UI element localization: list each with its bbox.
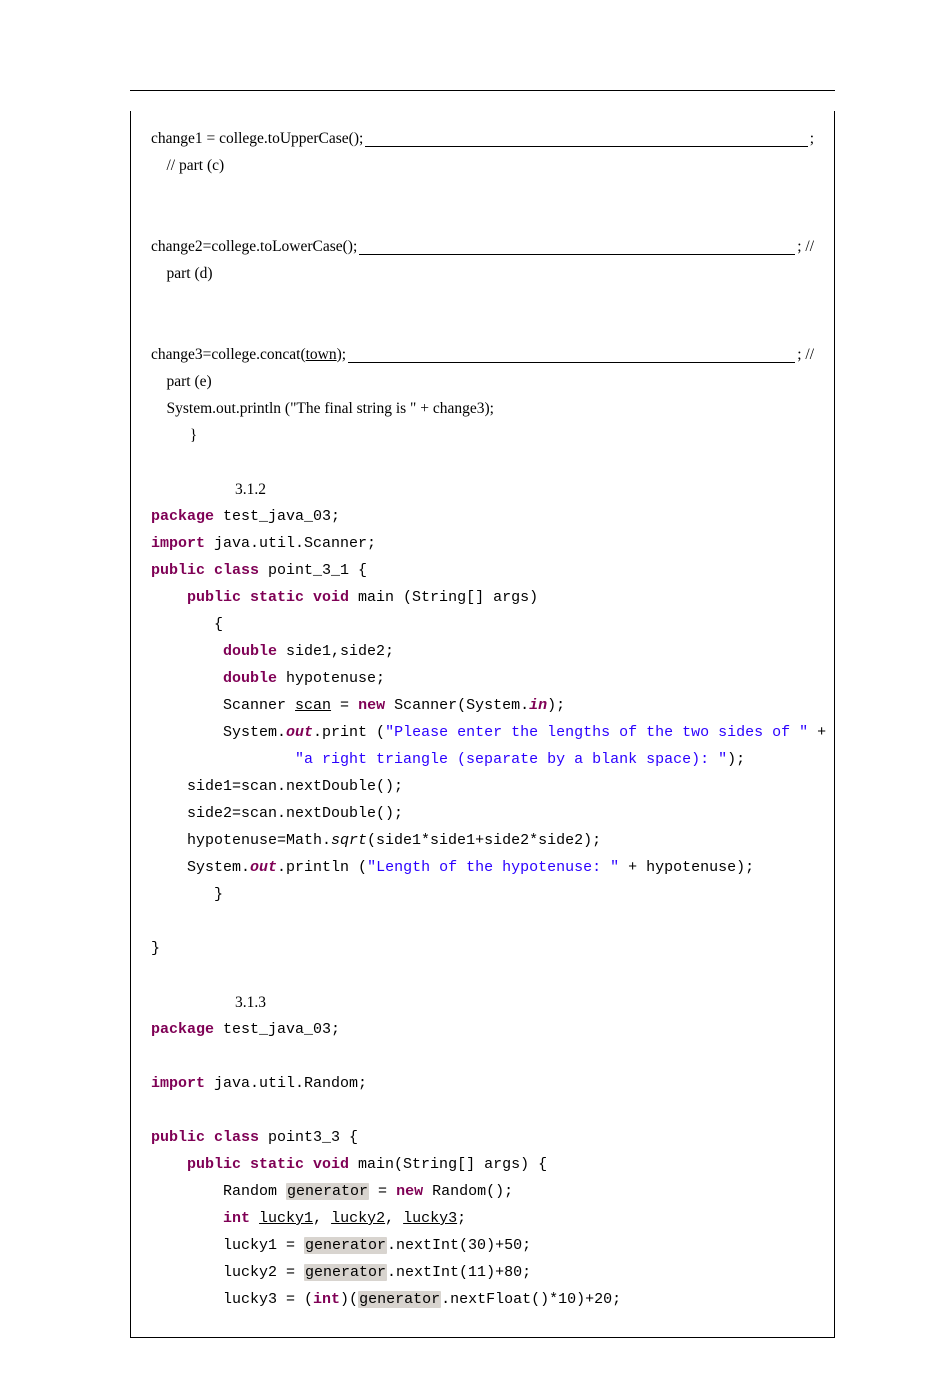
code-312-l07: double hypotenuse; — [151, 665, 814, 692]
line-change3: change3=college.concat(town); ; // — [151, 341, 814, 368]
code-313-l11: lucky3 = (int)(generator.nextFloat()*10)… — [151, 1286, 814, 1313]
blank — [151, 908, 814, 935]
code-312-l11: side1=scan.nextDouble(); — [151, 773, 814, 800]
blank — [151, 1043, 814, 1070]
code-313-l10: lucky2 = generator.nextInt(11)+80; — [151, 1259, 814, 1286]
content-box: change1 = college.toUpperCase(); ; // pa… — [130, 111, 835, 1338]
line-change2-right: ; // — [797, 233, 814, 260]
page: change1 = college.toUpperCase(); ; // pa… — [0, 0, 945, 1398]
line-change3-left: change3=college.concat(town); — [151, 341, 346, 368]
section-312: 3.1.2 — [235, 476, 814, 503]
code-312-l09: System.out.print ("Please enter the leng… — [151, 719, 814, 746]
line-change1-left: change1 = college.toUpperCase(); — [151, 125, 363, 152]
line-change2-left: change2=college.toLowerCase(); — [151, 233, 357, 260]
line-change1: change1 = college.toUpperCase(); ; — [151, 125, 814, 152]
code-312-l12: side2=scan.nextDouble(); — [151, 800, 814, 827]
code-313-l08: int lucky1, lucky2, lucky3; — [151, 1205, 814, 1232]
line-partc: // part (c) — [151, 152, 814, 179]
line-change3-right: ; // — [797, 341, 814, 368]
blank — [151, 962, 814, 989]
code-312-l17: } — [151, 935, 814, 962]
code-312-l13: hypotenuse=Math.sqrt(side1*side1+side2*s… — [151, 827, 814, 854]
code-313-l06: public static void main(String[] args) { — [151, 1151, 814, 1178]
code-312-l03: public class point_3_1 { — [151, 557, 814, 584]
blank — [151, 449, 814, 476]
code-312-l05: { — [151, 611, 814, 638]
code-313-l09: lucky1 = generator.nextInt(30)+50; — [151, 1232, 814, 1259]
section-313: 3.1.3 — [235, 989, 814, 1016]
line-change1-fill — [365, 125, 807, 147]
code-313-l03: import java.util.Random; — [151, 1070, 814, 1097]
blank — [151, 179, 814, 206]
code-312-l04: public static void main (String[] args) — [151, 584, 814, 611]
code-312-l15: } — [151, 881, 814, 908]
code-313-l05: public class point3_3 { — [151, 1124, 814, 1151]
blank — [151, 1097, 814, 1124]
code-312-l10: "a right triangle (separate by a blank s… — [151, 746, 814, 773]
line-change2: change2=college.toLowerCase(); ; // — [151, 233, 814, 260]
line-change1-right: ; — [810, 125, 814, 152]
code-312-l06: double side1,side2; — [151, 638, 814, 665]
line-parte: part (e) — [151, 368, 814, 395]
blank — [151, 206, 814, 233]
code-312-l14: System.out.println ("Length of the hypot… — [151, 854, 814, 881]
line-partd: part (d) — [151, 260, 814, 287]
code-313-l07: Random generator = new Random(); — [151, 1178, 814, 1205]
code-313-l01: package test_java_03; — [151, 1016, 814, 1043]
code-312-l01: package test_java_03; — [151, 503, 814, 530]
line-println: System.out.println ("The final string is… — [151, 395, 814, 422]
code-312-l08: Scanner scan = new Scanner(System.in); — [151, 692, 814, 719]
line-change2-fill — [359, 233, 795, 255]
line-change3-fill — [348, 341, 795, 363]
blank — [151, 287, 814, 314]
blank — [151, 314, 814, 341]
header-rule — [130, 90, 835, 91]
line-brace: } — [151, 422, 814, 449]
code-312-l02: import java.util.Scanner; — [151, 530, 814, 557]
